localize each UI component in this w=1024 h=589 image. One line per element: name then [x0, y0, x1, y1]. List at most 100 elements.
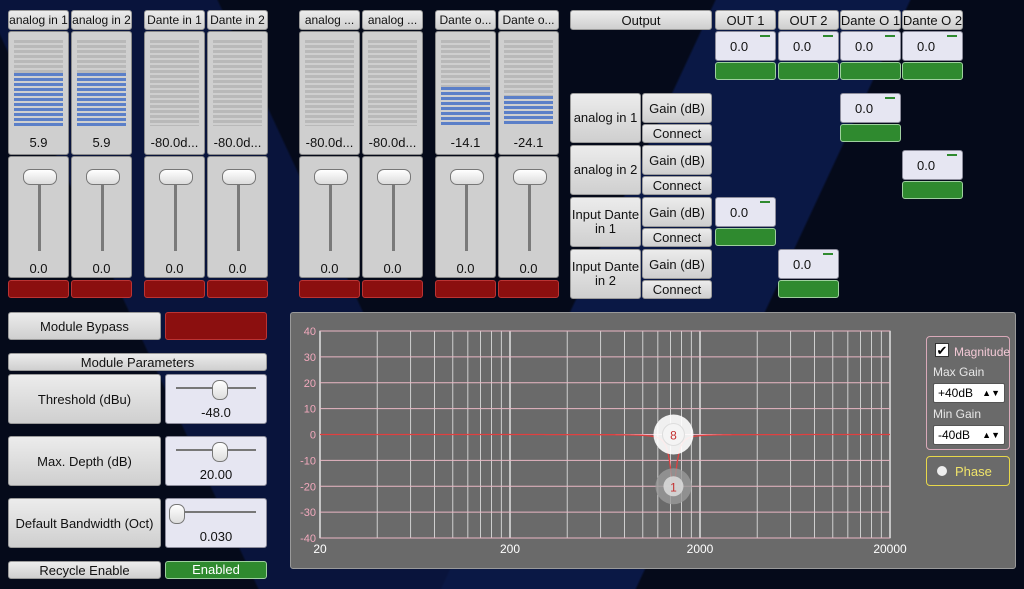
- output-name: Dante O 2: [902, 10, 963, 30]
- crosspoint-gain-field[interactable]: 0.0: [715, 197, 776, 227]
- y-tick-label: -10: [300, 455, 316, 467]
- mute-button[interactable]: [207, 280, 268, 298]
- fader-knob[interactable]: [158, 169, 193, 185]
- fader[interactable]: 0.0: [71, 156, 132, 278]
- crosspoint-gain-field[interactable]: 0.0: [778, 249, 839, 279]
- input-name: Input Dante in 1: [570, 197, 641, 247]
- min-gain-select[interactable]: -40dB ▲▼: [933, 425, 1005, 445]
- meter-bars: [368, 40, 417, 126]
- eq-handle-label: 8: [670, 429, 677, 443]
- fader-knob[interactable]: [221, 169, 256, 185]
- y-tick-label: -30: [300, 507, 316, 519]
- level-meter: -80.0d...: [299, 31, 360, 155]
- mute-button[interactable]: [435, 280, 496, 298]
- mute-button[interactable]: [362, 280, 423, 298]
- meter-fill: [14, 72, 63, 126]
- meter-value: -14.1: [450, 135, 481, 150]
- edit-indicator-icon: [885, 97, 895, 99]
- fader-knob[interactable]: [449, 169, 484, 185]
- crosspoint-connect-button[interactable]: [715, 228, 776, 246]
- fader-knob[interactable]: [313, 169, 348, 185]
- connect-button[interactable]: Connect: [642, 228, 712, 247]
- x-tick-label: 20000: [873, 542, 907, 556]
- y-tick-label: 0: [310, 430, 316, 442]
- fader[interactable]: 0.0: [435, 156, 496, 278]
- max-gain-label: Max Gain: [933, 365, 985, 379]
- max-depth-control[interactable]: 20.00: [165, 436, 267, 486]
- mute-button[interactable]: [8, 280, 69, 298]
- bandwidth-slider-knob[interactable]: [169, 504, 185, 524]
- meter-value: 5.9: [92, 135, 111, 150]
- edit-indicator-icon: [947, 154, 957, 156]
- mute-button[interactable]: [71, 280, 132, 298]
- output-enable-button[interactable]: [902, 62, 963, 80]
- crosspoint-gain-value: 0.0: [793, 256, 812, 272]
- mute-button[interactable]: [144, 280, 205, 298]
- max-depth-slider-knob[interactable]: [211, 442, 228, 462]
- output-enable-button[interactable]: [715, 62, 776, 80]
- mute-button[interactable]: [299, 280, 360, 298]
- meter-bars: [504, 40, 553, 126]
- mute-button[interactable]: [498, 280, 559, 298]
- threshold-slider-knob[interactable]: [211, 380, 228, 400]
- fader-value: 0.0: [320, 261, 339, 276]
- output-gain-value: 0.0: [730, 38, 749, 54]
- fader[interactable]: 0.0: [8, 156, 69, 278]
- output-gain-field[interactable]: 0.0: [902, 31, 963, 61]
- fader-value: 0.0: [519, 261, 538, 276]
- connect-button[interactable]: Connect: [642, 124, 712, 143]
- fader[interactable]: 0.0: [498, 156, 559, 278]
- meter-bars: [305, 40, 354, 126]
- fader-knob[interactable]: [512, 169, 547, 185]
- phase-toggle[interactable]: Phase: [926, 456, 1010, 486]
- channel-name: Dante o...: [435, 10, 496, 30]
- meter-value: -80.0d...: [213, 135, 262, 150]
- fader-value: 0.0: [29, 261, 48, 276]
- output-enable-button[interactable]: [778, 62, 839, 80]
- crosspoint-gain-field[interactable]: 0.0: [840, 93, 901, 123]
- fader[interactable]: 0.0: [362, 156, 423, 278]
- fader-value: 0.0: [456, 261, 475, 276]
- level-meter: -80.0d...: [207, 31, 268, 155]
- recycle-enable-button[interactable]: Enabled: [165, 561, 267, 579]
- level-meter: 5.9: [71, 31, 132, 155]
- output-gain-field[interactable]: 0.0: [715, 31, 776, 61]
- y-tick-label: 30: [304, 352, 316, 364]
- module-bypass-label: Module Bypass: [8, 312, 161, 340]
- meter-value: -80.0d...: [368, 135, 417, 150]
- output-gain-field[interactable]: 0.0: [778, 31, 839, 61]
- fader-value: 0.0: [228, 261, 247, 276]
- fader-value: 0.0: [92, 261, 111, 276]
- channel-name: analog in 2: [71, 10, 132, 30]
- meter-fill: [504, 95, 553, 126]
- module-bypass-button[interactable]: [165, 312, 267, 340]
- crosspoint-gain-field[interactable]: 0.0: [902, 150, 963, 180]
- min-gain-value: -40dB: [938, 428, 971, 442]
- magnitude-checkbox[interactable]: ✔: [935, 343, 949, 358]
- output-name: OUT 2: [778, 10, 839, 30]
- max-gain-select[interactable]: +40dB ▲▼: [933, 383, 1005, 403]
- crosspoint-connect-button[interactable]: [840, 124, 901, 142]
- connect-button[interactable]: Connect: [642, 280, 712, 299]
- output-gain-field[interactable]: 0.0: [840, 31, 901, 61]
- fader[interactable]: 0.0: [144, 156, 205, 278]
- connect-button[interactable]: Connect: [642, 176, 712, 195]
- meter-fill: [441, 87, 490, 126]
- gain-db-label: Gain (dB): [642, 249, 712, 279]
- threshold-control[interactable]: -48.0: [165, 374, 267, 424]
- output-gain-value: 0.0: [855, 38, 874, 54]
- fader-knob[interactable]: [85, 169, 120, 185]
- eq-graph[interactable]: 403020100-10-20-30-4020 200 2000 2000081: [290, 312, 1016, 569]
- output-enable-button[interactable]: [840, 62, 901, 80]
- output-name: OUT 1: [715, 10, 776, 30]
- gain-db-label: Gain (dB): [642, 197, 712, 227]
- fader-knob[interactable]: [22, 169, 57, 185]
- output-gain-value: 0.0: [917, 38, 936, 54]
- meter-fill: [77, 72, 126, 126]
- fader[interactable]: 0.0: [207, 156, 268, 278]
- fader[interactable]: 0.0: [299, 156, 360, 278]
- crosspoint-connect-button[interactable]: [902, 181, 963, 199]
- crosspoint-connect-button[interactable]: [778, 280, 839, 298]
- fader-knob[interactable]: [376, 169, 411, 185]
- default-bandwidth-control[interactable]: 0.030: [165, 498, 267, 548]
